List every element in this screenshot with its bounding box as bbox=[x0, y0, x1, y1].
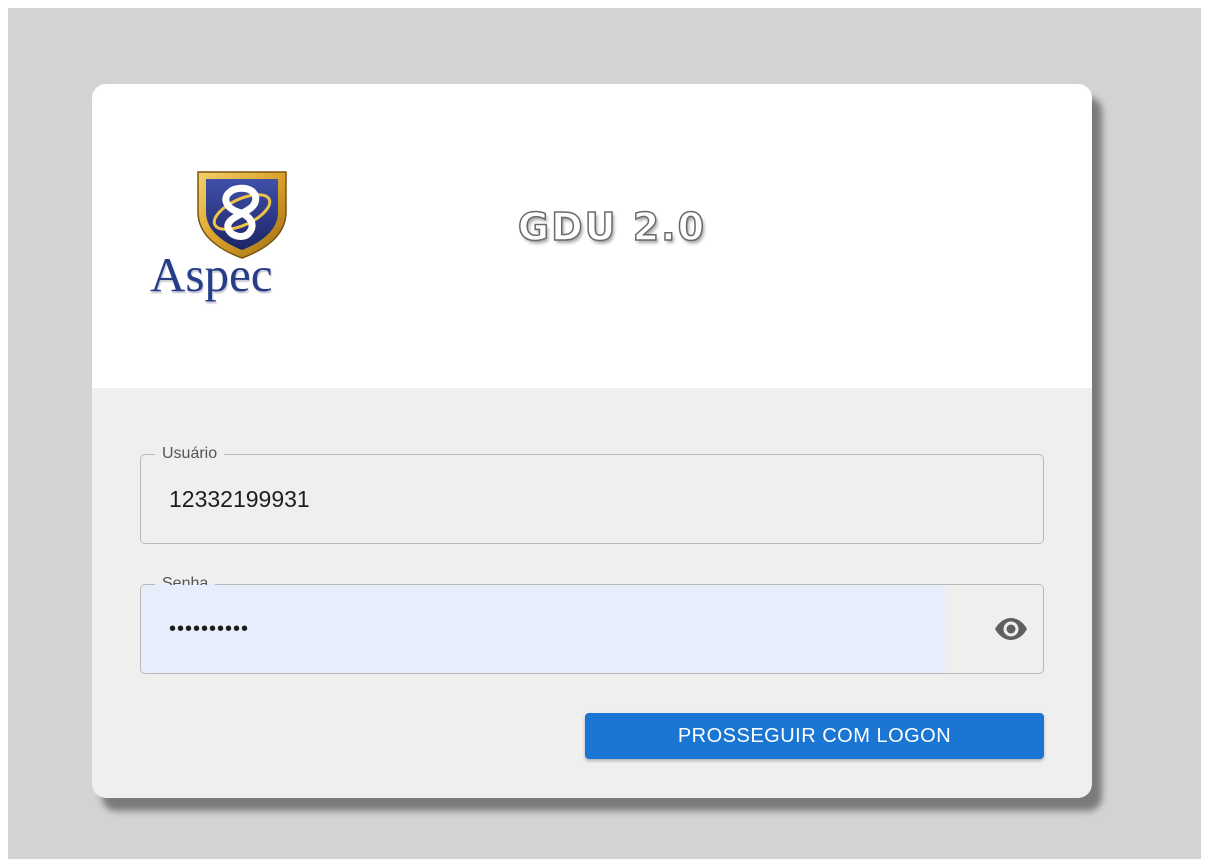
username-input[interactable] bbox=[141, 455, 1043, 543]
card-header: Aspec GDU 2.0 bbox=[92, 84, 1092, 388]
logo-text: Aspec bbox=[150, 247, 273, 302]
login-card: Aspec GDU 2.0 Usuário Senha PROSSEGUIR C… bbox=[92, 84, 1092, 798]
password-input[interactable] bbox=[141, 585, 945, 673]
aspec-logo: Aspec bbox=[142, 168, 342, 308]
show-password-button[interactable] bbox=[991, 611, 1031, 647]
app-title: GDU 2.0 bbox=[517, 205, 707, 249]
username-field: Usuário bbox=[140, 445, 1044, 544]
eye-icon bbox=[995, 618, 1027, 640]
password-field: Senha bbox=[140, 575, 1044, 674]
logon-button[interactable]: PROSSEGUIR COM LOGON bbox=[585, 713, 1044, 759]
